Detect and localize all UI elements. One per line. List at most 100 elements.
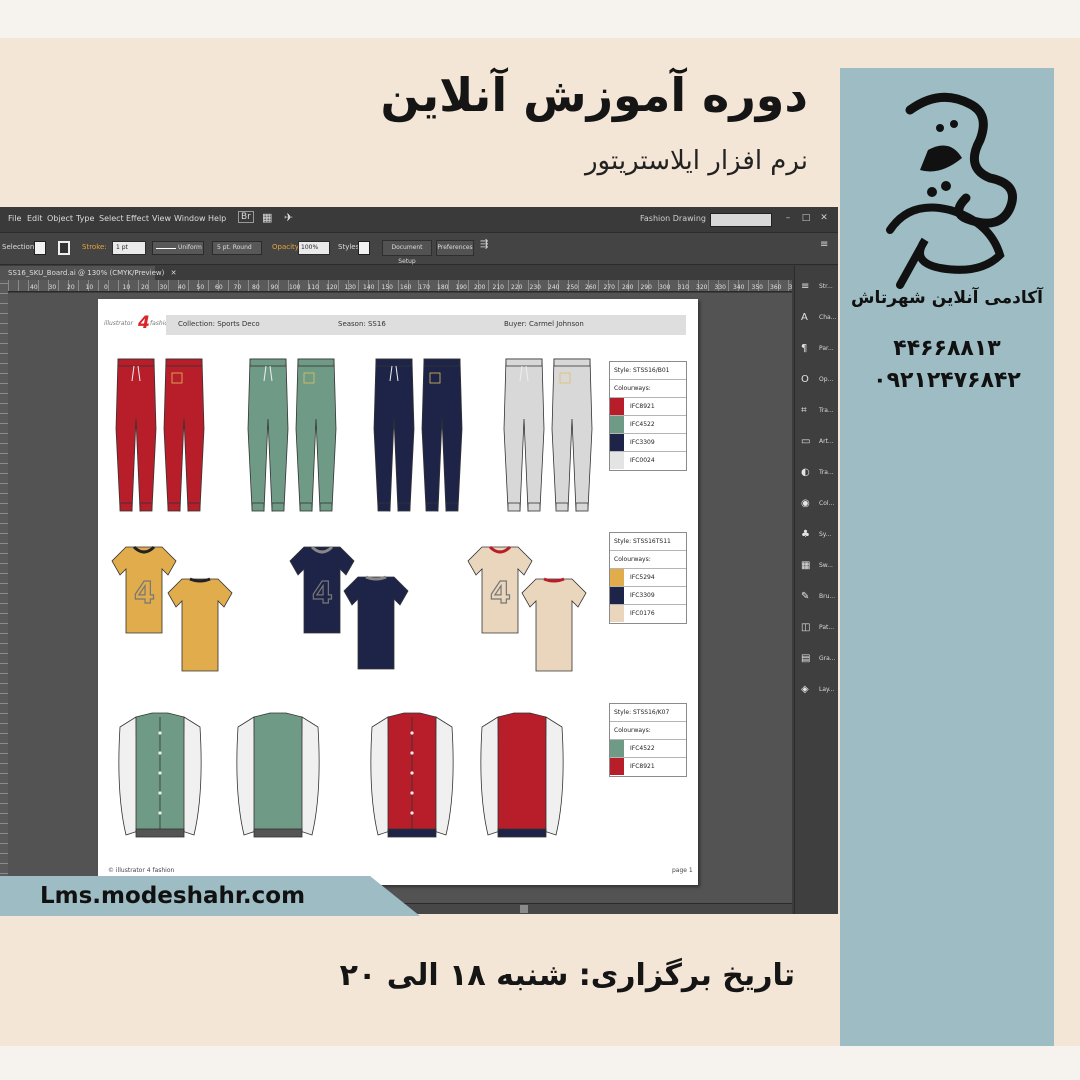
close-icon[interactable]: ✕	[818, 212, 830, 224]
ruler-number: 80	[252, 284, 260, 291]
style-code: Style: STSS16/B01	[610, 362, 686, 380]
panel-label: Op...	[819, 376, 834, 383]
ruler-number: 260	[585, 284, 597, 291]
colourway-row: IFC4522	[610, 416, 686, 434]
preferences-button[interactable]: Preferences	[436, 240, 474, 256]
pants-body	[163, 358, 205, 512]
panel-item[interactable]: A Cha...	[799, 307, 838, 331]
opentype-icon: O	[801, 374, 809, 385]
tshirt-number: 4	[490, 576, 511, 611]
jacket-button	[158, 791, 162, 795]
colourway-row: IFC3309	[610, 434, 686, 452]
document-tab[interactable]: SS16_SKU_Board.ai @ 130% (CMYK/Preview) …	[0, 266, 176, 280]
panel-item[interactable]: ♣ Sy...	[799, 524, 838, 548]
align-icon[interactable]: ⇶	[480, 239, 488, 250]
panel-item[interactable]: O Op...	[799, 369, 838, 393]
menu-object[interactable]: Object	[47, 214, 73, 223]
minimize-icon[interactable]: –	[782, 212, 794, 224]
panel-item[interactable]: ¶ Par...	[799, 338, 838, 362]
board-footer: © illustrator 4 fashion	[108, 867, 175, 874]
jacket-sleeve	[370, 716, 391, 836]
panel-item[interactable]: ◉ Col...	[799, 493, 838, 517]
artboard: 4 4 4 illustrator 4 fashion Collection: Sp…	[98, 299, 698, 885]
colourway-code: IFC0176	[630, 610, 655, 617]
ruler-number: 50	[197, 284, 205, 291]
opacity-field[interactable]: 100%	[298, 241, 330, 255]
menu-help[interactable]: Help	[208, 214, 226, 223]
colourway-swatch	[610, 398, 624, 415]
panel-item[interactable]: ▭ Art...	[799, 431, 838, 455]
ruler-number: 370	[789, 284, 793, 291]
ruler-number: 30	[160, 284, 168, 291]
close-tab-icon[interactable]: ✕	[171, 269, 177, 277]
website-url[interactable]: Lms.modeshahr.com	[40, 883, 305, 909]
menu-select[interactable]: Select	[99, 214, 124, 223]
ruler-number: 10	[123, 284, 131, 291]
jacket-hem	[387, 828, 437, 838]
menu-effect[interactable]: Effect	[126, 214, 149, 223]
ruler-number: 280	[622, 284, 634, 291]
menu-window[interactable]: Window	[174, 214, 206, 223]
stroke-label[interactable]: Stroke:	[82, 243, 107, 251]
search-input[interactable]	[710, 213, 772, 227]
tshirt-back-drawing	[521, 577, 587, 672]
menu-edit[interactable]: Edit	[27, 214, 43, 223]
colourway-swatch	[610, 434, 624, 451]
panel-item[interactable]: ◐ Tra...	[799, 462, 838, 486]
menu-file[interactable]: File	[8, 214, 21, 223]
panel-item[interactable]: ◈ Lay...	[799, 679, 838, 703]
logo-dot	[941, 181, 951, 191]
panel-item[interactable]: ✎ Bru...	[799, 586, 838, 610]
pants-cuff	[425, 502, 439, 512]
pants-waistband	[117, 358, 155, 367]
logo-dot	[936, 124, 944, 132]
document-setup-button[interactable]: Document Setup	[382, 240, 432, 265]
panel-label: Art...	[819, 438, 834, 445]
season-label: Season: SS16	[338, 320, 386, 328]
bridge-icon[interactable]: Br	[238, 211, 254, 223]
panel-item[interactable]: ⌗ Tra...	[799, 400, 838, 424]
ruler-number: 110	[308, 284, 320, 291]
jacket-hem	[497, 828, 547, 838]
panel-item[interactable]: ≡ Str...	[799, 276, 838, 300]
ruler-number: 160	[400, 284, 412, 291]
mobile-number[interactable]: ۰۹۲۱۲۴۷۶۸۴۲	[840, 368, 1054, 393]
pants-body	[373, 358, 415, 512]
profile-dropdown[interactable]: Uniform	[152, 241, 204, 255]
style-swatch[interactable]	[358, 241, 370, 255]
pants-waistband	[505, 358, 543, 367]
phone-number[interactable]: ۴۴۶۶۸۸۱۳	[840, 336, 1054, 361]
arrange-documents-icon[interactable]: ▦	[262, 211, 272, 224]
menu-view[interactable]: View	[152, 214, 171, 223]
opacity-label[interactable]: Opacity:	[272, 243, 301, 251]
brushes-icon: ✎	[801, 591, 810, 602]
character-icon: A	[801, 312, 808, 323]
stroke-swatch[interactable]	[58, 241, 70, 255]
fill-swatch[interactable]	[34, 241, 46, 255]
pants-back-drawing	[551, 358, 593, 512]
style-box-jackets: Style: STSS16/K07 Colourways: IFC4522 IF…	[609, 703, 687, 777]
scroll-thumb[interactable]	[520, 905, 528, 913]
panel-menu-icon[interactable]: ≡	[820, 239, 828, 250]
colourway-swatch	[610, 452, 624, 469]
jacket-drawing	[370, 712, 454, 838]
gpu-performance-icon[interactable]: ✈	[284, 211, 293, 224]
colourway-row: IFC8921	[610, 398, 686, 416]
logo-dot	[950, 120, 958, 128]
workspace-switcher[interactable]: Fashion Drawing	[640, 214, 706, 223]
stroke-weight-field[interactable]: 1 pt	[112, 241, 146, 255]
jacket-hem	[253, 828, 303, 838]
menu-type[interactable]: Type	[76, 214, 94, 223]
pants-cuff	[271, 502, 285, 512]
colourway-swatch	[610, 740, 624, 757]
ruler-number: 60	[215, 284, 223, 291]
logo-dot	[927, 187, 937, 197]
panel-item[interactable]: ▦ Sw...	[799, 555, 838, 579]
ruler-number: 350	[752, 284, 764, 291]
brush-dropdown[interactable]: 5 pt. Round	[212, 241, 262, 255]
panel-item[interactable]: ◫ Pat...	[799, 617, 838, 641]
ruler-number: 20	[141, 284, 149, 291]
bottom-band	[0, 1046, 1080, 1080]
panel-item[interactable]: ▤ Gra...	[799, 648, 838, 672]
maximize-icon[interactable]: □	[800, 212, 812, 224]
